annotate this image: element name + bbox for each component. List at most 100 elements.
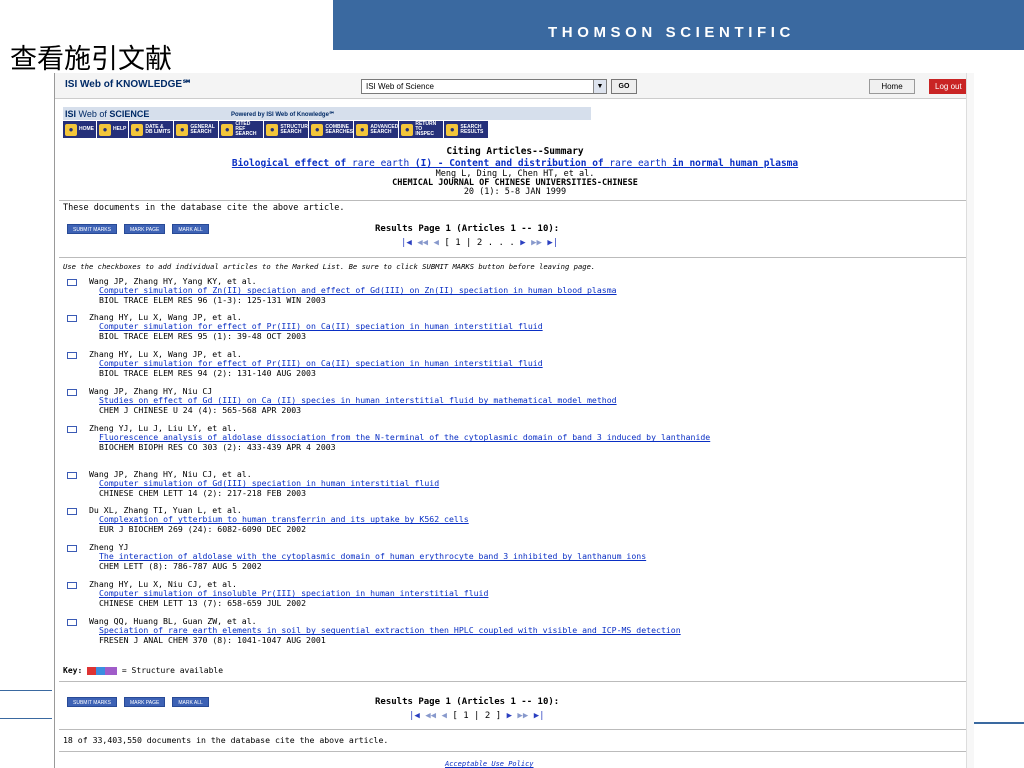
wok-logo[interactable]: ISI Web of KNOWLEDGE℠ bbox=[65, 79, 192, 90]
mark-checkbox[interactable] bbox=[67, 508, 77, 515]
first-page-icon[interactable]: |◀ bbox=[409, 711, 420, 721]
toolbar-label: SEARCH RESULTS bbox=[460, 123, 484, 135]
summary-issue: 20 (1): 5-8 JAN 1999 bbox=[463, 187, 567, 197]
mark-checkbox[interactable] bbox=[67, 426, 77, 433]
wos-toolbar: ● HOME ● HELP ● DATE & DB LIMITS ● GENERAL SEAR… bbox=[63, 121, 490, 138]
mark-all-button[interactable]: MARK ALL bbox=[172, 224, 209, 234]
toolbar-home[interactable]: ● HOME bbox=[63, 121, 97, 138]
summary-article-title[interactable]: Biological effect of rare earth (I) - Co… bbox=[55, 158, 974, 169]
structure-icon: ● bbox=[266, 123, 279, 136]
structure-icon bbox=[87, 666, 118, 675]
next-ten-icon[interactable]: ▶▶ bbox=[531, 238, 542, 248]
instructions-text: Use the checkboxes to add individual art… bbox=[63, 262, 596, 271]
record-source: BIOL TRACE ELEM RES 94 (2): 131-140 AUG … bbox=[99, 367, 316, 378]
mark-all-button-bottom[interactable]: MARK ALL bbox=[172, 697, 209, 707]
record-source: FRESEN J ANAL CHEM 370 (8): 1041-1047 AU… bbox=[99, 634, 326, 645]
toolbar-search-results[interactable]: ● SEARCH RESULTS bbox=[444, 121, 490, 138]
summary-title-part[interactable]: rare earth bbox=[352, 158, 409, 169]
decor-rule-right bbox=[972, 722, 1024, 724]
mark-checkbox[interactable] bbox=[67, 582, 77, 589]
mark-checkbox[interactable] bbox=[67, 389, 77, 396]
mark-checkbox[interactable] bbox=[67, 315, 77, 322]
mark-checkbox[interactable] bbox=[67, 619, 77, 626]
home-button[interactable]: Home bbox=[869, 79, 915, 94]
mark-page-button[interactable]: MARK PAGE bbox=[123, 224, 166, 234]
toolbar-combine-searches[interactable]: ● COMBINE SEARCHES bbox=[309, 121, 355, 138]
pager-pages-bottom[interactable]: [ 1 | 2 ] bbox=[452, 711, 501, 721]
table-row: Zheng YJ The interaction of aldolase with… bbox=[67, 542, 957, 571]
record-source: BIOL TRACE ELEM RES 95 (1): 39-48 OCT 20… bbox=[99, 330, 307, 341]
toolbar-label: DATE & DB LIMITS bbox=[145, 123, 171, 135]
summary-title-part[interactable]: Biological effect of bbox=[232, 158, 352, 169]
page-scroll-edge[interactable] bbox=[966, 73, 974, 768]
pager-pages[interactable]: [ 1 | 2 . . . bbox=[444, 238, 514, 248]
wos-logo: ISI Web of SCIENCE bbox=[65, 109, 149, 119]
return-icon: ● bbox=[401, 123, 414, 136]
toolbar-label: STRUCTURE SEARCH bbox=[280, 123, 312, 135]
toolbar-structure-search[interactable]: ● STRUCTURE SEARCH bbox=[264, 121, 312, 138]
advanced-icon: ● bbox=[356, 123, 369, 136]
record-source: BIOL TRACE ELEM RES 96 (1-3): 125-131 WI… bbox=[99, 294, 326, 305]
prev-ten-icon[interactable]: ◀◀ bbox=[417, 238, 428, 248]
combine-icon: ● bbox=[311, 123, 324, 136]
record-source: CHEM LETT (8): 786-787 AUG 5 2002 bbox=[99, 560, 262, 571]
help-icon: ● bbox=[99, 123, 111, 136]
toolbar-cited-ref-search[interactable]: ● CITED REF SEARCH bbox=[219, 121, 265, 138]
prev-page-icon[interactable]: ◀ bbox=[434, 238, 439, 248]
summary-title-part[interactable]: (I) - Content and distribution of bbox=[409, 158, 609, 169]
wos-logo-web: Web of bbox=[78, 109, 107, 119]
divider bbox=[59, 681, 969, 682]
divider bbox=[59, 751, 969, 752]
database-select[interactable]: ISI Web of Science ▼ bbox=[361, 79, 607, 94]
toolbar-label: HOME bbox=[79, 126, 94, 132]
next-ten-icon[interactable]: ▶▶ bbox=[517, 711, 528, 721]
record-source: CHEM J CHINESE U 24 (4): 565-568 APR 200… bbox=[99, 404, 302, 415]
summary-title-part[interactable]: in normal human plasma bbox=[667, 158, 798, 169]
submit-marks-button-bottom[interactable]: SUBMIT MARKS bbox=[67, 697, 117, 707]
table-row: Zheng YJ, Lu J, Liu LY, et al. Fluorescen… bbox=[67, 423, 957, 452]
toolbar-general-search[interactable]: ● GENERAL SEARCH bbox=[174, 121, 220, 138]
next-page-icon[interactable]: ▶ bbox=[507, 711, 512, 721]
prev-page-icon[interactable]: ◀ bbox=[442, 711, 447, 721]
mark-checkbox[interactable] bbox=[67, 279, 77, 286]
mark-checkbox[interactable] bbox=[67, 472, 77, 479]
chevron-down-icon[interactable]: ▼ bbox=[593, 80, 606, 93]
decor-rule-left-lower bbox=[0, 718, 52, 719]
table-row: Zhang HY, Lu X, Wang JP, et al. Computer … bbox=[67, 312, 957, 341]
first-page-icon[interactable]: |◀ bbox=[401, 238, 412, 248]
table-row: Du XL, Zhang TI, Yuan L, et al. Complexat… bbox=[67, 505, 957, 534]
table-row: Wang JP, Zhang HY, Niu CJ Studies on effe… bbox=[67, 386, 957, 415]
record-source: BIOCHEM BIOPH RES CO 303 (2): 433-439 AP… bbox=[99, 441, 336, 452]
brand-name: THOMSON SCIENTIFIC bbox=[548, 24, 795, 41]
mark-checkbox[interactable] bbox=[67, 352, 77, 359]
wos-logo-science: SCIENCE bbox=[109, 109, 150, 119]
toolbar-advanced-search[interactable]: ● ADVANCED SEARCH bbox=[354, 121, 400, 138]
table-row: Wang JP, Zhang HY, Yang KY, et al. Comput… bbox=[67, 276, 957, 305]
mark-buttons-top: SUBMIT MARKS MARK PAGE MARK ALL bbox=[67, 224, 216, 234]
key-label: Key: bbox=[63, 666, 83, 675]
toolbar-date-db-limits[interactable]: ● DATE & DB LIMITS bbox=[129, 121, 175, 138]
last-page-icon[interactable]: ▶| bbox=[547, 238, 558, 248]
powered-by: Powered by ISI Web of Knowledge℠ bbox=[231, 112, 336, 118]
mark-page-button-bottom[interactable]: MARK PAGE bbox=[123, 697, 166, 707]
go-button[interactable]: GO bbox=[611, 79, 637, 94]
toolbar-help[interactable]: ● HELP bbox=[97, 121, 130, 138]
toolbar-return-to-inspec[interactable]: ● RETURN TO INSPEC bbox=[399, 121, 445, 138]
general-search-icon: ● bbox=[176, 123, 189, 136]
last-page-icon[interactable]: ▶| bbox=[534, 711, 545, 721]
acceptable-use-link[interactable]: Acceptable Use Policy bbox=[445, 760, 534, 768]
toolbar-label: CITED REF SEARCH bbox=[235, 121, 257, 137]
home-icon: ● bbox=[65, 123, 77, 136]
summary-title-part[interactable]: rare earth bbox=[609, 158, 666, 169]
mark-checkbox[interactable] bbox=[67, 545, 77, 552]
table-row: Wang QQ, Huang BL, Guan ZW, et al. Specia… bbox=[67, 616, 957, 645]
divider bbox=[59, 729, 969, 730]
toolbar-label: GENERAL SEARCH bbox=[190, 123, 215, 135]
submit-marks-button[interactable]: SUBMIT MARKS bbox=[67, 224, 117, 234]
limits-icon: ● bbox=[131, 123, 144, 136]
pager-top: |◀ ◀◀ ◀ [ 1 | 2 . . . ▶ ▶▶ ▶| bbox=[401, 238, 558, 248]
next-page-icon[interactable]: ▶ bbox=[520, 238, 525, 248]
table-row: Zhang HY, Lu X, Niu CJ, et al. Computer s… bbox=[67, 579, 957, 608]
prev-ten-icon[interactable]: ◀◀ bbox=[425, 711, 436, 721]
toolbar-label: COMBINE SEARCHES bbox=[325, 123, 354, 135]
